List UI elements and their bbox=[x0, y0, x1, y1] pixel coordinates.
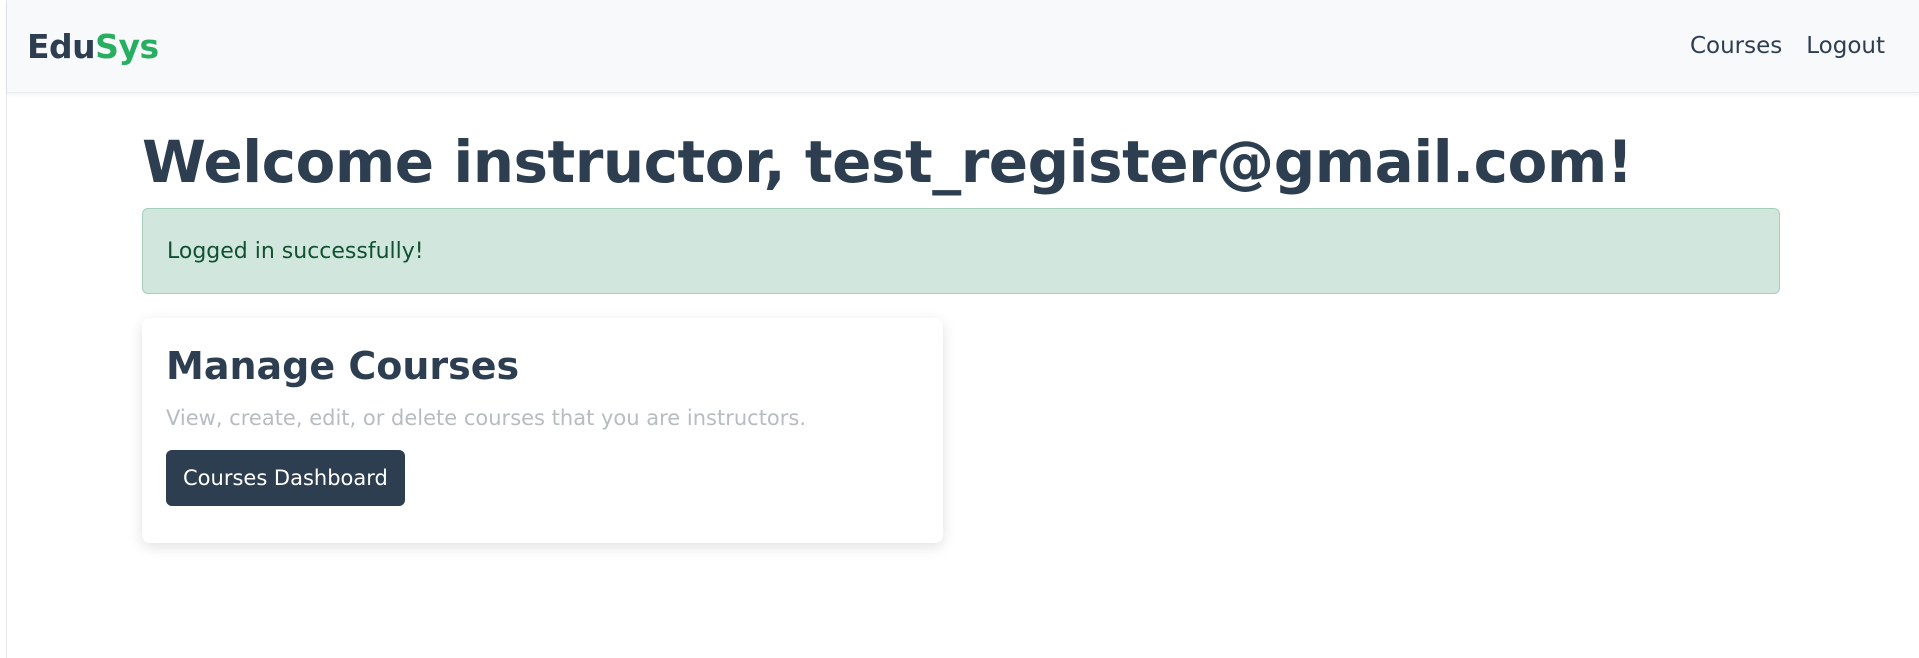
nav-link-courses[interactable]: Courses bbox=[1690, 33, 1782, 59]
brand-logo-part2: Sys bbox=[95, 26, 159, 66]
card-description: View, create, edit, or delete courses th… bbox=[166, 406, 807, 430]
nav-link-logout[interactable]: Logout bbox=[1806, 33, 1885, 59]
nav-links: Courses Logout bbox=[1690, 33, 1885, 59]
card-title: Manage Courses bbox=[166, 344, 520, 388]
brand-logo-part1: Edu bbox=[27, 26, 96, 66]
main-content: Welcome instructor, test_register@gmail.… bbox=[142, 93, 1780, 543]
welcome-heading: Welcome instructor, test_register@gmail.… bbox=[142, 128, 1633, 196]
courses-dashboard-button[interactable]: Courses Dashboard bbox=[166, 450, 405, 506]
success-alert-message: Logged in successfully! bbox=[167, 238, 424, 264]
success-alert: Logged in successfully! bbox=[142, 208, 1780, 294]
manage-courses-card: Manage Courses View, create, edit, or de… bbox=[142, 318, 943, 543]
brand-logo[interactable]: EduSys bbox=[27, 27, 159, 66]
navbar: EduSys Courses Logout bbox=[7, 0, 1919, 93]
page: EduSys Courses Logout Welcome instructor… bbox=[6, 0, 1919, 658]
